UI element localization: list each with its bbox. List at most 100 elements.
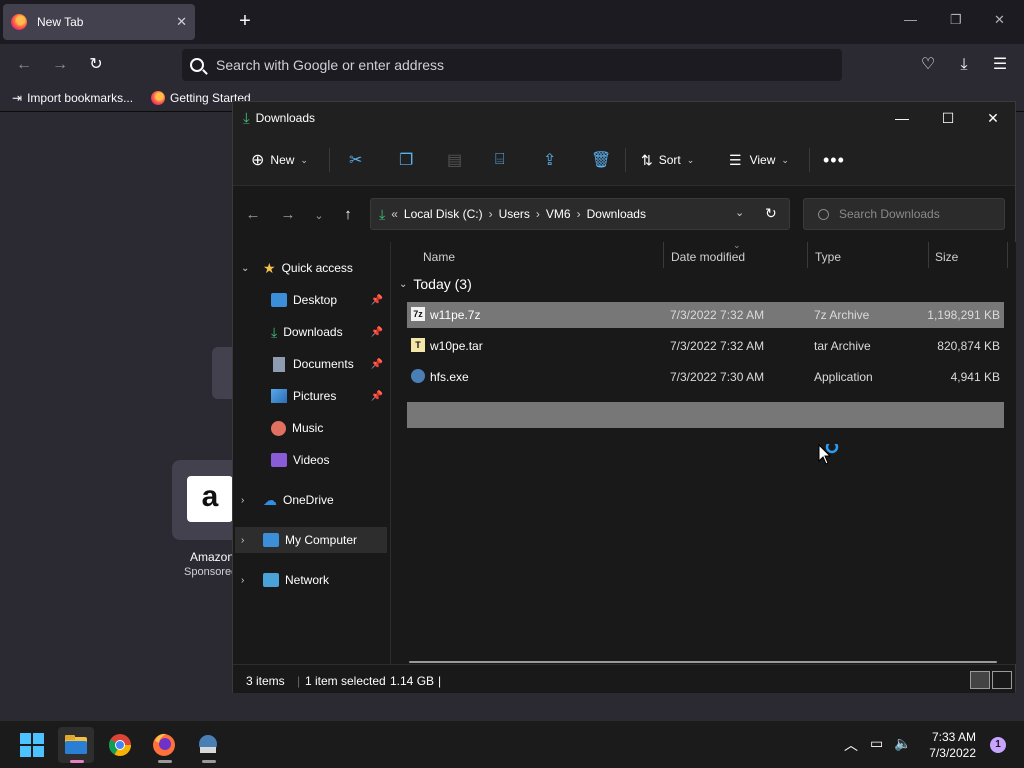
sort-button[interactable]: ⇅ Sort ⌄ [641, 148, 694, 172]
selection-size: 1.14 GB [390, 674, 435, 688]
close-window-icon[interactable]: ✕ [994, 12, 1005, 28]
clock[interactable]: 7:33 AM 7/3/2022 [929, 729, 976, 761]
column-header-date[interactable]: Date modified [671, 250, 745, 264]
share-icon: ⇪ [543, 152, 557, 169]
back-button[interactable]: ← [243, 206, 263, 223]
notification-badge[interactable]: 1 [990, 737, 1006, 753]
new-button[interactable]: ⊕ New ⌄ [251, 148, 308, 172]
restore-icon[interactable]: ❐ [950, 12, 962, 28]
nav-downloads[interactable]: ⤓ Downloads 📌 [271, 319, 389, 345]
nav-music[interactable]: Music [271, 415, 389, 441]
browser-tab[interactable]: New Tab ✕ [3, 4, 195, 40]
delete-button[interactable]: 🗑 [591, 148, 611, 172]
view-button[interactable]: ☰ View ⌄ [729, 148, 789, 172]
nav-pictures[interactable]: Pictures 📌 [271, 383, 389, 409]
details-view-icon[interactable] [970, 671, 990, 689]
reload-icon[interactable]: ↻ [86, 55, 106, 75]
table-row[interactable]: hfs.exe 7/3/2022 7:30 AM Application 4,9… [407, 364, 1004, 390]
nav-network[interactable]: › Network [241, 567, 389, 593]
search-input[interactable] [839, 207, 999, 221]
refresh-icon[interactable]: ↻ [765, 205, 777, 222]
network-tray-icon[interactable]: ▭ [870, 735, 883, 752]
nav-videos[interactable]: Videos [271, 447, 389, 473]
table-row[interactable]: 7z w11pe.7z 7/3/2022 7:32 AM 7z Archive … [407, 302, 1004, 328]
new-tab-button[interactable]: + [234, 10, 256, 32]
chevron-right-icon: › [576, 207, 581, 221]
file-name: w10pe.tar [430, 339, 483, 353]
minimize-icon[interactable]: — [904, 12, 917, 27]
column-divider[interactable] [1007, 242, 1008, 268]
view-label: View [749, 153, 776, 167]
maximize-button[interactable]: ☐ [933, 108, 963, 128]
taskbar-hfs[interactable] [190, 727, 226, 763]
search-icon [817, 207, 830, 221]
nav-documents[interactable]: Documents 📌 [271, 351, 389, 377]
downloads-icon[interactable]: ⤓ [954, 55, 974, 75]
firefox-icon [11, 14, 27, 30]
close-tab-icon[interactable]: ✕ [176, 14, 187, 30]
table-row[interactable]: T w10pe.tar 7/3/2022 7:32 AM tar Archive… [407, 333, 1004, 359]
column-divider[interactable] [663, 242, 664, 268]
top-site-label: Amazon [190, 550, 235, 564]
pocket-icon[interactable]: ♡ [918, 55, 938, 75]
start-button[interactable] [14, 727, 50, 763]
windows-logo-icon [20, 733, 44, 757]
url-input[interactable] [216, 57, 776, 73]
copy-button[interactable]: ❐ [399, 148, 413, 172]
more-options-button[interactable]: ••• [823, 148, 845, 172]
group-header-today[interactable]: ⌄ Today (3) [399, 276, 472, 292]
chevron-down-icon: ⌄ [781, 154, 789, 165]
nav-quick-access[interactable]: ⌄ ★ Quick access [241, 255, 389, 281]
search-box[interactable] [803, 198, 1005, 230]
back-icon[interactable]: ← [14, 55, 34, 75]
column-header-size[interactable]: Size [935, 250, 958, 264]
pin-icon[interactable]: 📌 [371, 327, 383, 338]
chevron-up-icon[interactable]: ︿ [844, 735, 858, 755]
plus-circle-icon: ⊕ [251, 152, 265, 169]
forward-icon[interactable]: → [50, 55, 70, 75]
forward-button[interactable]: → [278, 206, 298, 223]
column-header-type[interactable]: Type [815, 250, 841, 264]
pin-icon[interactable]: 📌 [371, 359, 383, 370]
close-button[interactable]: ✕ [978, 108, 1008, 128]
volume-icon[interactable]: 🔈 [894, 735, 911, 752]
column-header-name[interactable]: Name [423, 250, 455, 264]
selection-count: 1 item selected [305, 674, 386, 688]
chevron-down-icon: ⌄ [300, 154, 308, 165]
breadcrumb-item[interactable]: Users [499, 207, 530, 221]
cut-button[interactable]: ✂ [349, 148, 362, 172]
address-bar[interactable]: ⤓ « Local Disk (C:) › Users › VM6 › Down… [370, 198, 790, 230]
toolbar-divider [625, 148, 626, 172]
share-button[interactable]: ⇪ [543, 148, 556, 172]
recent-locations-button[interactable]: ⌄ [309, 209, 329, 222]
title-bar[interactable]: ⤓ Downloads — ☐ ✕ [233, 102, 1015, 134]
taskbar-chrome[interactable] [102, 727, 138, 763]
table-row[interactable] [407, 402, 1004, 428]
desktop-icon [271, 293, 287, 307]
new-label: New [270, 153, 295, 167]
nav-desktop[interactable]: Desktop 📌 [271, 287, 389, 313]
taskbar-firefox[interactable] [146, 727, 182, 763]
window-title: Downloads [255, 111, 316, 125]
horizontal-scrollbar[interactable] [409, 661, 997, 663]
url-bar[interactable] [182, 49, 842, 81]
pin-icon[interactable]: 📌 [371, 295, 383, 306]
minimize-button[interactable]: — [887, 108, 917, 128]
breadcrumb-item[interactable]: Local Disk (C:) [404, 207, 483, 221]
nav-my-computer[interactable]: › My Computer [235, 527, 387, 553]
up-button[interactable]: ↑ [338, 206, 358, 223]
paste-button[interactable]: ▤ [447, 148, 462, 172]
column-divider[interactable] [807, 242, 808, 268]
menu-icon[interactable]: ☰ [990, 55, 1010, 75]
tiles-view-icon[interactable] [992, 671, 1012, 689]
import-bookmarks-link[interactable]: ⇥ Import bookmarks... [12, 91, 133, 105]
breadcrumb-item[interactable]: VM6 [546, 207, 571, 221]
column-divider[interactable] [928, 242, 929, 268]
rename-button[interactable]: ⌸ [495, 148, 505, 172]
address-history-icon[interactable]: ⌄ [735, 206, 744, 219]
breadcrumb-item[interactable]: Downloads [587, 207, 646, 221]
taskbar-file-explorer[interactable] [58, 727, 94, 763]
pictures-icon [271, 389, 287, 403]
nav-onedrive[interactable]: › ☁ OneDrive [241, 487, 389, 513]
pin-icon[interactable]: 📌 [371, 391, 383, 402]
